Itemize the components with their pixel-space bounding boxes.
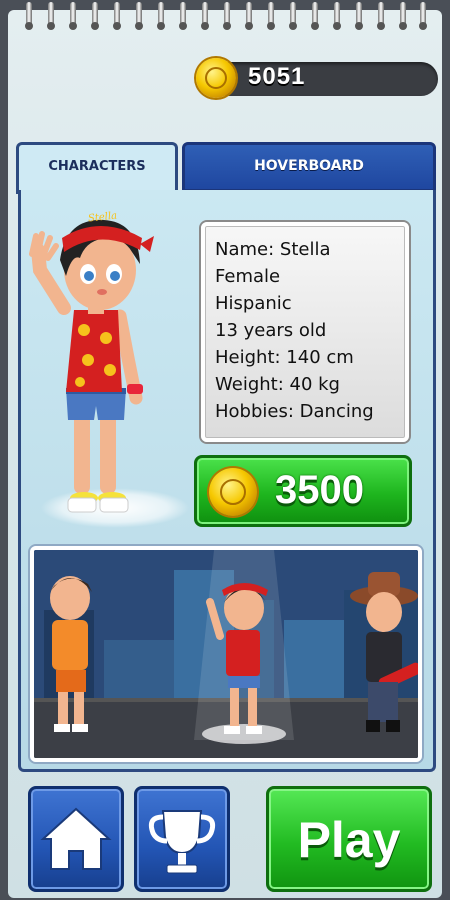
info-height: Height: 140 cm	[215, 347, 354, 368]
character-carousel-scene[interactable]	[30, 546, 422, 762]
play-button[interactable]: Play	[266, 786, 432, 892]
coin-balance: 5051	[248, 63, 306, 90]
info-gender: Female	[215, 266, 281, 287]
home-button[interactable]	[28, 786, 124, 892]
city-backdrop	[34, 550, 418, 758]
tab-characters[interactable]: CHARACTERS	[16, 142, 178, 194]
character-price: 3500	[275, 468, 364, 512]
leaderboard-button[interactable]	[134, 786, 230, 892]
play-label: Play	[297, 812, 401, 868]
info-weight: Weight: 40 kg	[215, 374, 340, 395]
info-age: 13 years old	[215, 320, 327, 341]
character-stella-illustration[interactable]	[26, 198, 196, 523]
character-info-card: Name: Stella Female Hispanic 13 years ol…	[201, 222, 409, 442]
coin-balance-bar	[212, 62, 438, 96]
info-hobbies: Hobbies: Dancing	[215, 401, 374, 422]
coin-icon	[196, 58, 236, 98]
info-name: Name: Stella	[215, 239, 331, 260]
buy-character-button[interactable]: 3500	[194, 455, 412, 527]
info-ethnicity: Hispanic	[215, 293, 292, 314]
coin-icon	[209, 468, 257, 516]
home-icon	[40, 807, 112, 870]
notebook-spiral	[8, 0, 442, 30]
trophy-icon	[148, 810, 216, 874]
tab-hoverboard[interactable]: HOVERBOARD	[182, 142, 436, 192]
